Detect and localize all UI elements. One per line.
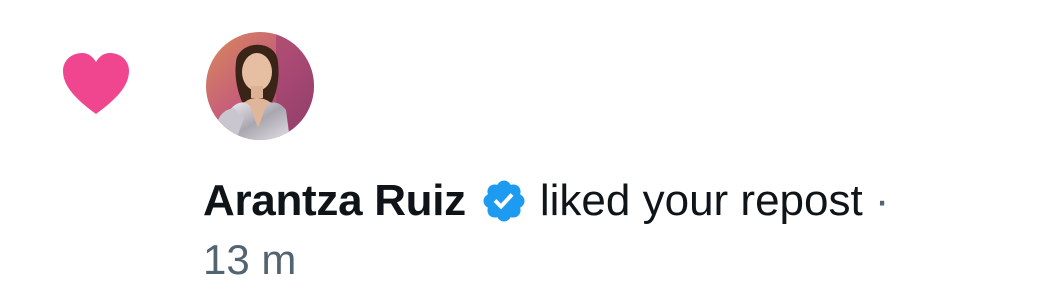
user-name[interactable]: Arantza Ruiz (203, 176, 466, 226)
separator-dot: · (874, 176, 890, 225)
timestamp: 13 m (203, 236, 297, 283)
notification-text: Arantza Ruiz liked your repost · (203, 173, 889, 229)
verified-badge-icon (483, 180, 525, 222)
heart-icon (63, 53, 129, 114)
like-notification[interactable]: Arantza Ruiz liked your repost · 13 m (0, 0, 1042, 296)
action-text: liked your repost (539, 176, 863, 225)
avatar[interactable] (206, 32, 314, 140)
